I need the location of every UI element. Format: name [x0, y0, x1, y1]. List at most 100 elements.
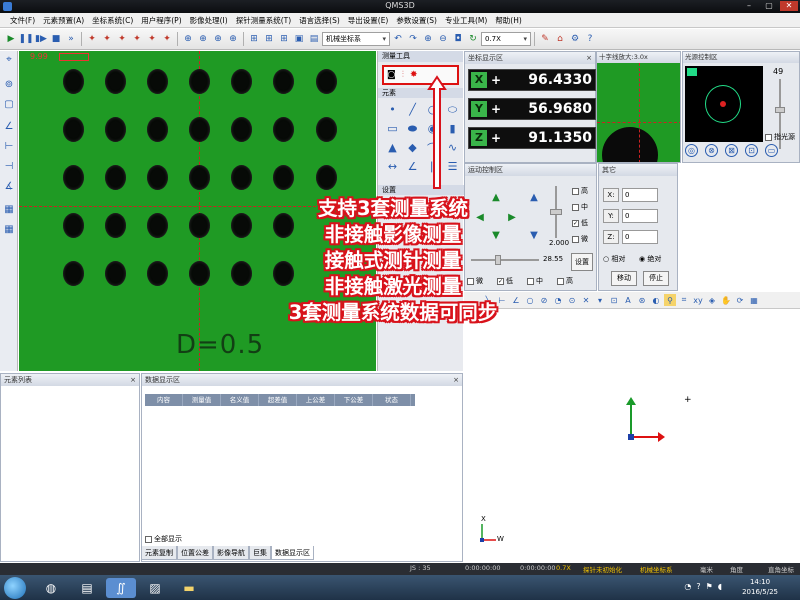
angle-tool-icon[interactable]: ∠: [3, 121, 15, 133]
folder-icon[interactable]: ▬: [174, 578, 204, 598]
help-icon[interactable]: ?: [583, 32, 597, 46]
export-icon[interactable]: ▤: [307, 32, 321, 46]
column-header[interactable]: 名义值: [221, 394, 259, 406]
cone-icon[interactable]: ▲: [384, 139, 401, 156]
flag-icon[interactable]: ⚑: [706, 582, 713, 591]
home-icon[interactable]: ⌂: [553, 32, 567, 46]
settings-icon[interactable]: ⚙: [568, 32, 582, 46]
zoom-select[interactable]: 0.7X ▾: [481, 32, 531, 46]
segment-mode-icon[interactable]: ⊗: [705, 144, 718, 157]
point-icon[interactable]: •: [384, 101, 401, 118]
speed-level-checkbox[interactable]: [572, 187, 579, 195]
play-icon[interactable]: ▶: [4, 32, 18, 46]
pause-icon[interactable]: ❚❚: [18, 32, 33, 46]
line-icon[interactable]: ╱: [404, 101, 421, 118]
show-all-checkbox[interactable]: [145, 535, 152, 543]
coaxial-light-icon[interactable]: ▭: [765, 144, 778, 157]
close-button[interactable]: ✕: [780, 1, 798, 11]
panel-close-icon[interactable]: ×: [586, 52, 592, 64]
camera-icon[interactable]: ◘: [451, 32, 465, 46]
rectangle-icon[interactable]: ▭: [384, 120, 401, 137]
bottom-tab[interactable]: 巨集: [249, 546, 271, 560]
bottom-light-icon[interactable]: ⊡: [745, 144, 758, 157]
column-header[interactable]: 上公差: [297, 394, 335, 406]
pointer-light-toggle[interactable]: 指光源: [765, 132, 795, 142]
speed-level-option[interactable]: 中: [572, 202, 588, 212]
show-all-toggle[interactable]: 全部显示: [145, 534, 182, 544]
explorer-icon[interactable]: ▤: [72, 578, 102, 598]
grid-tool-icon[interactable]: ▦: [3, 204, 15, 216]
distance-icon[interactable]: ↔: [384, 158, 401, 175]
menu-item[interactable]: 坐标系统(C): [88, 15, 137, 26]
bottom-tab[interactable]: 元素复制: [141, 546, 177, 560]
speed-option-checkbox[interactable]: [557, 277, 564, 285]
volume-icon[interactable]: ◖: [718, 582, 722, 591]
minimize-button[interactable]: –: [740, 1, 758, 11]
step-slider-handle[interactable]: [550, 209, 562, 215]
distance-tool-icon[interactable]: ⊢: [3, 141, 15, 153]
bottom-tab[interactable]: 影像导航: [213, 546, 249, 560]
speed-level-option[interactable]: 高: [572, 186, 588, 196]
center-icon[interactable]: ⊙: [566, 294, 578, 306]
zx-plane-icon[interactable]: ⊞: [277, 32, 291, 46]
pointer-light-checkbox[interactable]: [765, 133, 772, 141]
system-clock[interactable]: 14:10 2016/5/25: [742, 577, 778, 597]
column-header[interactable]: 内容: [145, 394, 183, 406]
qms3d-taskbar-icon[interactable]: ∬: [106, 578, 136, 598]
redo-icon[interactable]: ↷: [406, 32, 420, 46]
circle-tool-icon[interactable]: ✦: [115, 32, 129, 46]
slot-icon[interactable]: ⬬: [404, 120, 421, 137]
menu-item[interactable]: 帮助(H): [491, 15, 526, 26]
touch-probe-icon[interactable]: ⫶: [402, 70, 404, 80]
menu-item[interactable]: 参数设置(S): [392, 15, 441, 26]
menu-item[interactable]: 语言选择(S): [295, 15, 344, 26]
highlight-icon[interactable]: ⚲: [664, 294, 676, 306]
panel-close-icon[interactable]: ×: [130, 374, 136, 386]
stop-icon[interactable]: ■: [49, 32, 63, 46]
other-field-input[interactable]: 0: [622, 209, 658, 223]
help-tray-icon[interactable]: ?: [696, 582, 700, 591]
speed-level-checkbox[interactable]: ✓: [572, 219, 579, 227]
array-tool-icon[interactable]: ▦: [3, 224, 15, 236]
hand-icon[interactable]: ✋: [720, 294, 732, 306]
move-button[interactable]: 移动: [611, 271, 637, 286]
menu-item[interactable]: 影像处理(I): [186, 15, 232, 26]
xy-plane-icon[interactable]: ⊞: [247, 32, 261, 46]
rotate-icon[interactable]: ⊕: [211, 32, 225, 46]
other-field-input[interactable]: 0: [622, 230, 658, 244]
view-icon[interactable]: ◐: [650, 294, 662, 306]
menu-item[interactable]: 专业工具(M): [441, 15, 491, 26]
image-viewer-icon[interactable]: ▨: [140, 578, 170, 598]
laser-probe-icon[interactable]: ✸: [410, 70, 418, 80]
column-header[interactable]: 状态: [373, 394, 411, 406]
zoom-fit-icon[interactable]: ⊡: [608, 294, 620, 306]
relative-radio[interactable]: ○ 相对: [603, 254, 625, 264]
menu-item[interactable]: 文件(F): [6, 15, 39, 26]
light-preview[interactable]: [685, 66, 763, 142]
no-entry-icon[interactable]: ⊘: [538, 294, 550, 306]
browser-icon[interactable]: ◍: [36, 578, 66, 598]
bottom-tab[interactable]: 数据显示区: [271, 546, 314, 560]
grid-view-icon[interactable]: ▦: [748, 294, 760, 306]
align-icon[interactable]: ⊕: [181, 32, 195, 46]
angle-icon[interactable]: ∠: [404, 158, 421, 175]
width-tool-icon[interactable]: ⊣: [3, 161, 15, 173]
absolute-radio[interactable]: ◉ 绝对: [639, 254, 661, 264]
speed-level-checkbox[interactable]: [572, 235, 579, 243]
menu-item[interactable]: 导出设置(E): [344, 15, 393, 26]
xy-plane-icon[interactable]: xy: [692, 294, 704, 306]
ring-mode-icon[interactable]: ◎: [685, 144, 698, 157]
column-header[interactable]: 测量值: [183, 394, 221, 406]
quad-mode-icon[interactable]: ⊠: [725, 144, 738, 157]
radius-icon[interactable]: ◔: [552, 294, 564, 306]
frame-tool-icon[interactable]: ▢: [3, 99, 15, 111]
step-icon[interactable]: ▮▶: [34, 32, 48, 46]
fast-forward-icon[interactable]: »: [64, 32, 78, 46]
line-tool-icon[interactable]: ✦: [100, 32, 114, 46]
zoom-in-icon[interactable]: ⊕: [421, 32, 435, 46]
panel-close-icon[interactable]: ×: [453, 374, 459, 386]
probe-selector[interactable]: ◙ ⫶ ✸: [382, 65, 459, 85]
menu-item[interactable]: 探针测量系统(T): [232, 15, 295, 26]
stop-button[interactable]: 停止: [643, 271, 669, 286]
zoom-out-icon[interactable]: ⊖: [436, 32, 450, 46]
